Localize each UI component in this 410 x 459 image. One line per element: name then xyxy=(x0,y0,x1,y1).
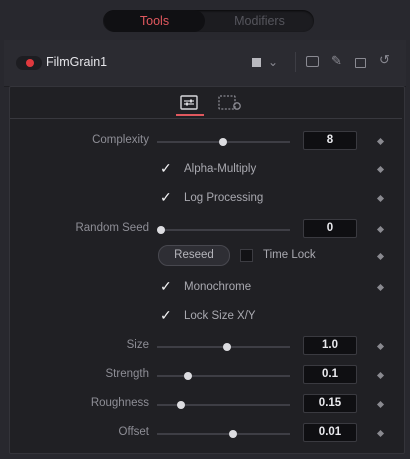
strength-label: Strength xyxy=(105,368,149,380)
active-tab-indicator xyxy=(176,114,204,116)
complexity-slider-handle[interactable] xyxy=(219,138,227,146)
size-slider[interactable] xyxy=(157,343,290,351)
subtab-divider xyxy=(10,118,402,119)
alpha-multiply-label: Alpha-Multiply xyxy=(184,163,257,175)
size-label: Size xyxy=(126,339,149,351)
tab-bar: Tools Modifiers xyxy=(103,10,314,32)
settings-tab-icon[interactable] xyxy=(216,93,244,113)
reset-icon[interactable]: ↺ xyxy=(379,52,390,68)
reseed-button[interactable]: Reseed xyxy=(158,245,230,266)
complexity-value-field[interactable]: 8 xyxy=(303,131,357,150)
offset-slider[interactable] xyxy=(157,430,290,438)
monochrome-checkbox[interactable]: ✓ xyxy=(160,279,172,293)
time-lock-checkbox[interactable] xyxy=(240,249,253,262)
size-value-field[interactable]: 1.0 xyxy=(303,336,357,355)
log-processing-label: Log Processing xyxy=(184,192,264,204)
node-name: FilmGrain1 xyxy=(46,55,108,69)
complexity-label: Complexity xyxy=(92,134,149,146)
strength-slider-handle[interactable] xyxy=(184,372,192,380)
roughness-label: Roughness xyxy=(90,397,149,409)
random-seed-value-field[interactable]: 0 xyxy=(303,219,357,238)
tab-tools[interactable]: Tools xyxy=(104,10,205,32)
offset-value-field[interactable]: 0.01 xyxy=(303,423,357,442)
random-seed-slider[interactable] xyxy=(157,226,290,234)
roughness-slider[interactable] xyxy=(157,401,290,409)
controls-tab-icon[interactable] xyxy=(176,93,202,113)
random-seed-label: Random Seed xyxy=(75,222,149,234)
lock-size-xy-checkbox[interactable]: ✓ xyxy=(160,308,172,322)
time-lock-label: Time Lock xyxy=(263,249,316,261)
color-swatch-icon[interactable] xyxy=(252,58,261,67)
alpha-multiply-checkbox[interactable]: ✓ xyxy=(160,161,172,175)
offset-slider-handle[interactable] xyxy=(229,430,237,438)
chevron-down-icon[interactable]: ⌄ xyxy=(268,55,278,69)
monochrome-label: Monochrome xyxy=(184,281,252,293)
enabled-indicator-icon xyxy=(26,59,34,67)
random-seed-slider-handle[interactable] xyxy=(157,226,165,234)
tab-modifiers[interactable]: Modifiers xyxy=(207,10,312,32)
size-slider-handle[interactable] xyxy=(223,343,231,351)
strength-value-field[interactable]: 0.1 xyxy=(303,365,357,384)
lock-icon[interactable] xyxy=(355,58,366,68)
header-divider xyxy=(295,52,296,72)
log-processing-checkbox[interactable]: ✓ xyxy=(160,190,172,204)
strength-slider[interactable] xyxy=(157,372,290,380)
roughness-value-field[interactable]: 0.15 xyxy=(303,394,357,413)
pin-icon[interactable]: ✎ xyxy=(331,53,342,69)
lock-size-xy-label: Lock Size X/Y xyxy=(184,310,256,322)
pip-icon[interactable] xyxy=(306,56,319,67)
roughness-slider-handle[interactable] xyxy=(177,401,185,409)
complexity-slider[interactable] xyxy=(157,138,290,146)
offset-label: Offset xyxy=(118,426,149,438)
